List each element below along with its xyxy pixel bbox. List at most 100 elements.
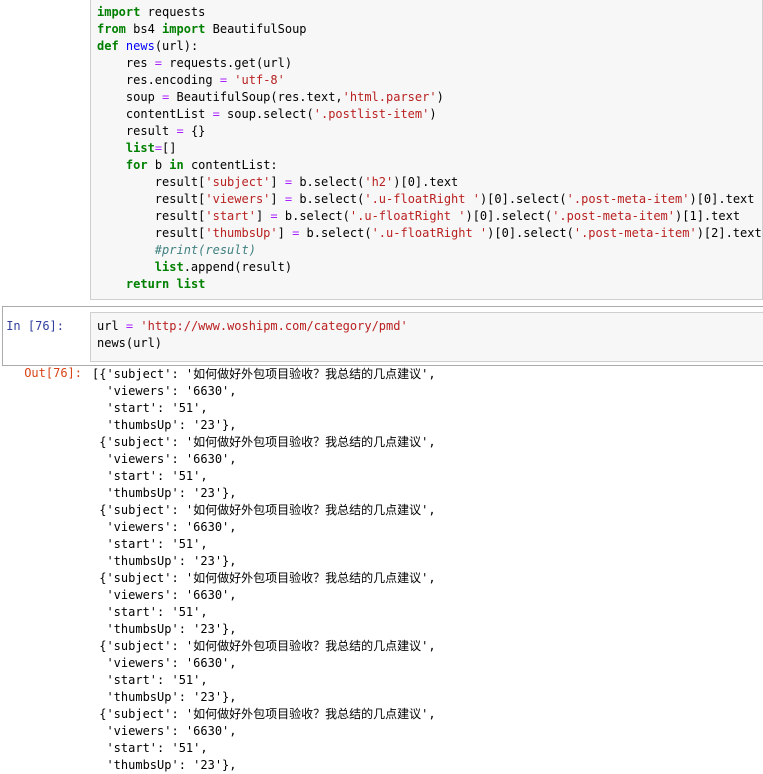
code-token: contentList:	[183, 158, 278, 172]
code-token: .append(result)	[183, 260, 293, 274]
code-token: =	[270, 209, 278, 223]
code-line: result['subject'] = b.select('h2')[0].te…	[97, 174, 762, 191]
output-line: 'thumbsUp': '23'},	[92, 554, 237, 568]
code-token: requests.get(url)	[162, 56, 293, 70]
code-token: )[0].select(	[465, 209, 553, 223]
code-token: ]	[277, 226, 293, 240]
output-line: 'start': '51',	[92, 741, 208, 755]
output-line: 'start': '51',	[92, 605, 208, 619]
code-token: soup	[97, 90, 163, 104]
code-token: BeautifulSoup	[205, 22, 307, 36]
code-token: '.post-meta-item'	[566, 192, 690, 206]
code-lines: url = 'http://www.woshipm.com/category/p…	[97, 318, 408, 352]
code-token: '.post-meta-item'	[552, 209, 676, 223]
code-token: list	[176, 277, 206, 291]
input-prompt: In [76]:	[6, 319, 64, 333]
code-token: ]	[255, 209, 271, 223]
code-token: )[0].select(	[479, 192, 567, 206]
code-line: def news(url):	[97, 38, 762, 55]
code-token: b.select(	[292, 192, 365, 206]
code-token: result[	[97, 192, 206, 206]
code-line: list.append(result)	[97, 259, 762, 276]
code-line: #print(result)	[97, 242, 762, 259]
output-line: {'subject': '如何做好外包项目验收？我总结的几点建议',	[92, 707, 436, 721]
code-token: b.select(	[292, 175, 365, 189]
code-line: import requests	[97, 4, 762, 21]
output-line: 'thumbsUp': '23'},	[92, 690, 237, 704]
code-line: result['start'] = b.select('.u-floatRigh…	[97, 208, 762, 225]
code-token: '.postlist-item'	[313, 107, 430, 121]
output-line: 'thumbsUp': '23'},	[92, 758, 237, 772]
code-line: from bs4 import BeautifulSoup	[97, 21, 762, 38]
code-token: (url):	[154, 39, 199, 53]
code-token: news(url)	[97, 336, 163, 350]
output-line: {'subject': '如何做好外包项目验收？我总结的几点建议',	[92, 435, 436, 449]
code-token: res.encoding	[97, 73, 220, 87]
code-token: {}	[183, 124, 206, 138]
code-line: list=[]	[97, 140, 762, 157]
code-token: ]	[270, 192, 285, 206]
output-line: 'thumbsUp': '23'},	[92, 486, 237, 500]
code-token: 'thumbsUp'	[205, 226, 278, 240]
code-token: =	[154, 141, 163, 155]
output-line: {'subject': '如何做好外包项目验收？我总结的几点建议',	[92, 503, 436, 517]
code-token: result[	[97, 175, 206, 189]
code-token: )[0].select(	[487, 226, 574, 240]
code-token: res	[97, 56, 155, 70]
code-cell-news-function[interactable]: import requests from bs4 import Beautiful…	[0, 0, 763, 302]
code-line: url = 'http://www.woshipm.com/category/p…	[97, 318, 408, 335]
code-line: return list	[97, 276, 762, 293]
code-token: for	[125, 158, 148, 172]
code-token: import	[97, 5, 141, 19]
code-token: =	[154, 56, 163, 70]
code-token: 'subject'	[205, 175, 271, 189]
code-token: =	[284, 175, 293, 189]
output-prompt: Out[76]:	[24, 366, 82, 380]
code-line: result['thumbsUp'] = b.select('.u-floatR…	[97, 225, 762, 242]
code-token: )	[436, 90, 444, 104]
code-token: =	[212, 107, 220, 121]
code-token: BeautifulSoup(res.text,	[169, 90, 343, 104]
code-token: b	[147, 158, 170, 172]
code-token: list	[125, 141, 155, 155]
output-line: 'viewers': '6630',	[92, 452, 237, 466]
code-token: b.select(	[277, 209, 350, 223]
output-line: {'subject': '如何做好外包项目验收？我总结的几点建议',	[92, 639, 436, 653]
code-line: news(url)	[97, 335, 408, 352]
code-token: contentList	[97, 107, 213, 121]
code-token: url	[97, 319, 126, 333]
output-line: 'viewers': '6630',	[92, 384, 237, 398]
code-token: )[0].text	[689, 192, 755, 206]
code-token: from	[97, 22, 126, 36]
code-token: []	[162, 141, 177, 155]
code-token: 'h2'	[364, 175, 394, 189]
code-token: =	[284, 192, 293, 206]
code-token: return	[125, 277, 170, 291]
code-token: list	[154, 260, 184, 274]
code-line: contentList = soup.select('.postlist-ite…	[97, 106, 762, 123]
code-token: news	[125, 39, 155, 53]
code-token: bs4	[125, 22, 163, 36]
code-token: 'http://www.woshipm.com/category/pmd'	[140, 319, 408, 333]
code-token: import	[162, 22, 206, 36]
output-line: 'thumbsUp': '23'},	[92, 418, 237, 432]
output-line: 'start': '51',	[92, 673, 208, 687]
code-token: b.select(	[299, 226, 372, 240]
code-token: in	[169, 158, 184, 172]
output-line: 'viewers': '6630',	[92, 656, 237, 670]
code-token: '.u-floatRight '	[349, 209, 466, 223]
output-line: 'start': '51',	[92, 469, 208, 483]
code-line: result = {}	[97, 123, 762, 140]
code-token: #print(result)	[154, 243, 256, 257]
output-line: {'subject': '如何做好外包项目验收？我总结的几点建议',	[92, 571, 436, 585]
output-line: 'start': '51',	[92, 401, 208, 415]
output-line: 'thumbsUp': '23'},	[92, 622, 237, 636]
code-token: '.u-floatRight '	[371, 226, 488, 240]
code-cell-call-news[interactable]: In [76]: url = 'http://www.woshipm.com/c…	[0, 306, 763, 366]
code-token: soup.select(	[219, 107, 314, 121]
